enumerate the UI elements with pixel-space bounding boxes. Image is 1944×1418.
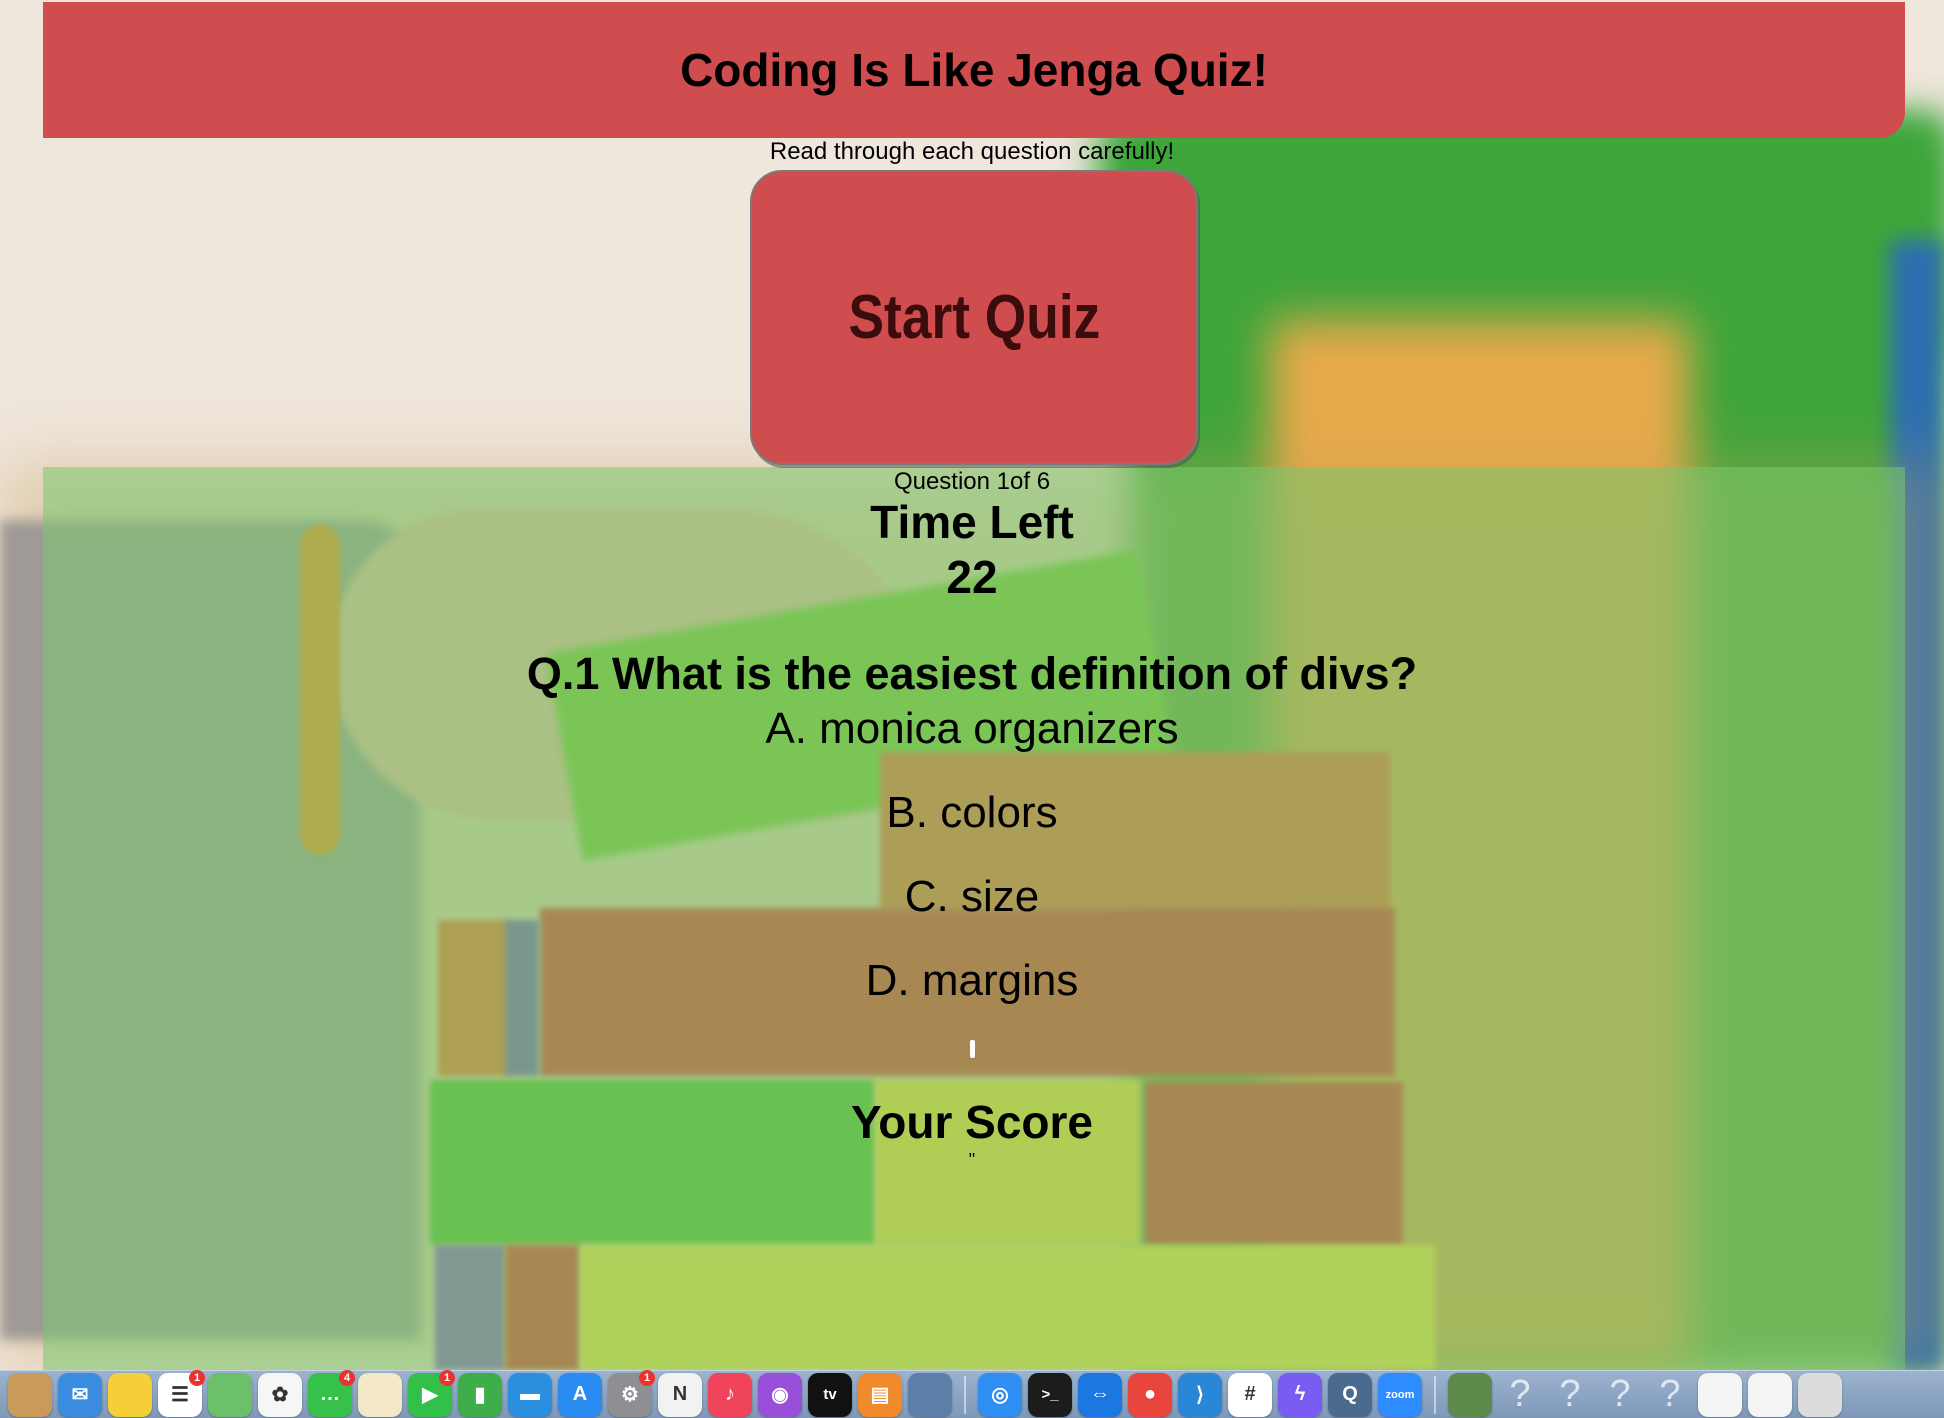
mail-icon[interactable]: ✉ [58,1372,102,1417]
zoom-icon[interactable]: zoom [1378,1372,1422,1417]
messages-icon[interactable]: … 4 [308,1369,355,1417]
podcasts-icon[interactable]: ◉ [758,1372,802,1417]
keynote-icon[interactable]: ▬ [508,1372,552,1417]
dock-separator [964,1375,966,1414]
answer-option-a[interactable]: A. monica organizers [0,704,1944,754]
reminders-icon[interactable]: ☰ 1 [158,1369,205,1417]
chrome-glyph: ● [1143,1383,1157,1405]
answer-option-b[interactable]: B. colors [0,788,1944,838]
music-glyph: ♪ [725,1383,735,1405]
missing-app-icon[interactable]: ? [1648,1373,1692,1416]
books-glyph: ▤ [870,1384,890,1406]
facetime-glyph: ▶ [422,1384,438,1406]
news-glyph: N [672,1383,688,1405]
podcasts-glyph: ◉ [771,1384,789,1406]
document-thumbnail-icon[interactable] [1698,1372,1742,1417]
answer-option-c[interactable]: C. size [0,872,1944,922]
missing-app-icon[interactable]: ? [1598,1373,1642,1416]
music-icon[interactable]: ♪ [708,1372,752,1417]
terminal-glyph: >_ [1041,1386,1059,1403]
vscode-icon[interactable]: ⟩ [1178,1372,1222,1417]
page-title: Coding Is Like Jenga Quiz! [680,44,1268,96]
maps-icon[interactable] [208,1372,252,1417]
notification-badge: 4 [339,1369,355,1386]
time-left-label: Time Left [870,496,1074,548]
quicktime-glyph: Q [1342,1383,1358,1405]
vscode-glyph: ⟩ [1196,1384,1204,1406]
question-text: Q.1 What is the easiest definition of di… [526,648,1418,699]
app-store-glyph: A [572,1383,588,1405]
chrome-icon[interactable]: ● [1128,1372,1172,1417]
photos-icon[interactable]: ✿ [258,1372,302,1417]
notification-badge: 1 [639,1369,655,1386]
screenshot-thumbnail-icon[interactable] [1798,1372,1842,1417]
time-left-value: 22 [946,551,998,603]
slack-glyph: # [1244,1383,1256,1405]
instructions-text: Read through each question carefully! [769,138,1175,165]
textedit-icon[interactable] [358,1372,402,1417]
missing-app-icon[interactable]: ? [1498,1373,1542,1416]
question-counter: Question 1of 6 [893,468,1051,495]
news-icon[interactable]: N [658,1372,702,1417]
notification-badge: 1 [439,1369,455,1386]
dock-separator [1434,1375,1436,1414]
teamviewer-glyph: ⇔ [1090,1383,1110,1405]
apple-tv-glyph: tv [823,1386,837,1403]
numbers-glyph: ▮ [474,1384,486,1406]
notes-icon[interactable] [108,1372,152,1417]
missing-app-icon[interactable]: ? [1548,1373,1592,1416]
messenger-glyph: ϟ [1294,1383,1306,1405]
books-icon[interactable]: ▤ [858,1372,902,1417]
messenger-icon[interactable]: ϟ [1278,1372,1322,1417]
quicktime-icon[interactable]: Q [1328,1372,1372,1417]
system-preferences-glyph: ⚙ [621,1384,639,1406]
safari-glyph: ◎ [991,1384,1009,1406]
reminders-glyph: ☰ [171,1384,189,1406]
preview-icon[interactable] [908,1372,952,1417]
answer-feedback-marker [970,1040,975,1058]
score-value: " [968,1150,976,1170]
keynote-glyph: ▬ [520,1383,540,1405]
safari-icon[interactable]: ◎ [978,1372,1022,1417]
answer-option-d[interactable]: D. margins [0,956,1944,1006]
notification-badge: 1 [189,1369,205,1386]
facetime-icon[interactable]: ▶ 1 [408,1369,455,1417]
image-thumbnail-icon[interactable] [1448,1372,1492,1417]
mail-glyph: ✉ [71,1384,89,1406]
app-store-icon[interactable]: A [558,1372,602,1417]
system-preferences-icon[interactable]: ⚙ 1 [608,1369,655,1417]
start-quiz-button[interactable]: Start Quiz [750,170,1198,465]
start-quiz-label: Start Quiz [848,283,1100,352]
macos-dock: ✉ ☰ 1 ✿… 4 ▶ 1 ▮ ▬ A ⚙ 1 N ♪ ◉ tv ▤ ◎ >_ ⇔ ● ⟩ # ϟ Qzoom???? [0,1369,1944,1418]
messages-glyph: … [320,1383,340,1405]
zoom-glyph: zoom [1385,1388,1415,1401]
score-label: Your Score [851,1096,1093,1148]
finder-icon[interactable] [8,1372,52,1417]
terminal-icon[interactable]: >_ [1028,1372,1072,1417]
teamviewer-icon[interactable]: ⇔ [1078,1372,1122,1417]
numbers-icon[interactable]: ▮ [458,1372,502,1417]
header-banner: Coding Is Like Jenga Quiz! [43,2,1905,138]
apple-tv-icon[interactable]: tv [808,1372,852,1417]
document-thumbnail-icon[interactable] [1748,1372,1792,1417]
photos-glyph: ✿ [271,1384,289,1406]
slack-icon[interactable]: # [1228,1372,1272,1417]
